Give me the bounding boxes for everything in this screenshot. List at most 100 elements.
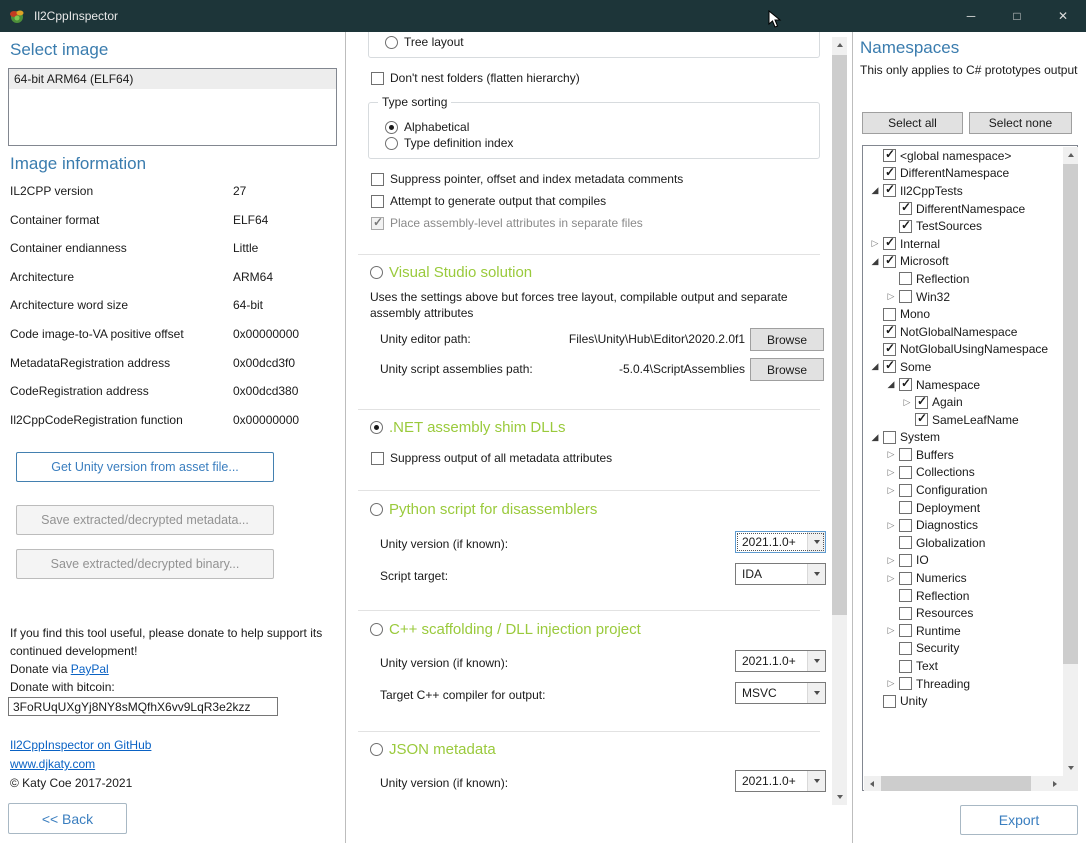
tree-item-mono[interactable]: Mono xyxy=(864,305,1063,323)
image-list-item[interactable]: 64-bit ARM64 (ELF64) xyxy=(9,69,336,89)
expand-arrow-icon[interactable] xyxy=(885,625,897,637)
namespace-checkbox[interactable] xyxy=(915,396,928,409)
dropdown-arrow-icon[interactable] xyxy=(807,651,825,671)
save-binary-button[interactable]: Save extracted/decrypted binary... xyxy=(16,549,274,579)
dropdown-arrow-icon[interactable] xyxy=(807,683,825,703)
tree-item-il2cpptests[interactable]: Il2CppTests xyxy=(864,182,1063,200)
namespace-checkbox[interactable] xyxy=(899,572,912,585)
expand-arrow-icon[interactable] xyxy=(901,396,913,408)
namespace-checkbox[interactable] xyxy=(883,255,896,268)
tree-item-sameleafname[interactable]: SameLeafName xyxy=(864,411,1063,429)
minimize-button[interactable]: ─ xyxy=(948,0,994,32)
namespace-checkbox[interactable] xyxy=(883,167,896,180)
type-def-index-radio[interactable] xyxy=(385,137,398,150)
flatten-checkbox-row[interactable]: Don't nest folders (flatten hierarchy) xyxy=(371,71,580,85)
suppress-metadata-checkbox-row[interactable]: Suppress output of all metadata attribut… xyxy=(371,451,612,465)
tree-item-diagnostics[interactable]: Diagnostics xyxy=(864,516,1063,534)
tree-item-security[interactable]: Security xyxy=(864,640,1063,658)
alphabetical-radio[interactable] xyxy=(385,121,398,134)
script-target-combobox[interactable]: IDA xyxy=(735,563,826,585)
tree-layout-radio[interactable] xyxy=(385,36,398,49)
scroll-left-arrow-icon[interactable] xyxy=(864,776,880,791)
expand-arrow-icon[interactable] xyxy=(885,291,897,303)
select-none-button[interactable]: Select none xyxy=(969,112,1072,134)
namespace-checkbox[interactable] xyxy=(899,202,912,215)
namespace-checkbox[interactable] xyxy=(899,660,912,673)
namespace-checkbox[interactable] xyxy=(899,501,912,514)
json-metadata-radio[interactable] xyxy=(370,743,383,756)
separate-attributes-checkbox-row[interactable]: Place assembly-level attributes in separ… xyxy=(371,216,643,230)
collapse-arrow-icon[interactable] xyxy=(869,361,881,373)
attempt-compile-checkbox[interactable] xyxy=(371,195,384,208)
namespace-checkbox[interactable] xyxy=(883,695,896,708)
alphabetical-radio-row[interactable]: Alphabetical xyxy=(385,120,469,134)
tree-item-win32[interactable]: Win32 xyxy=(864,288,1063,306)
tree-item-resources[interactable]: Resources xyxy=(864,604,1063,622)
tree-item-configuration[interactable]: Configuration xyxy=(864,481,1063,499)
tree-item-reflection[interactable]: Reflection xyxy=(864,587,1063,605)
tree-item-differentnamespace[interactable]: DifferentNamespace xyxy=(864,200,1063,218)
namespace-checkbox[interactable] xyxy=(899,519,912,532)
scroll-up-arrow-icon[interactable] xyxy=(1063,147,1078,163)
scroll-right-arrow-icon[interactable] xyxy=(1047,776,1063,791)
vs-solution-radio[interactable] xyxy=(370,266,383,279)
expand-arrow-icon[interactable] xyxy=(885,572,897,584)
expand-arrow-icon[interactable] xyxy=(885,466,897,478)
maximize-button[interactable]: □ xyxy=(994,0,1040,32)
namespace-checkbox[interactable] xyxy=(899,536,912,549)
tree-item-differentnamespace[interactable]: DifferentNamespace xyxy=(864,165,1063,183)
website-link[interactable]: www.djkaty.com xyxy=(10,757,95,771)
type-def-index-radio-row[interactable]: Type definition index xyxy=(385,136,513,150)
dropdown-arrow-icon[interactable] xyxy=(807,771,825,791)
shim-dlls-radio-row[interactable]: .NET assembly shim DLLs xyxy=(370,419,565,436)
browse-assemblies-path-button[interactable]: Browse xyxy=(750,358,824,381)
tree-item-numerics[interactable]: Numerics xyxy=(864,569,1063,587)
python-script-radio[interactable] xyxy=(370,503,383,516)
namespace-checkbox[interactable] xyxy=(899,624,912,637)
namespace-checkbox[interactable] xyxy=(899,220,912,233)
expand-arrow-icon[interactable] xyxy=(885,678,897,690)
suppress-metadata-checkbox[interactable] xyxy=(371,452,384,465)
namespace-checkbox[interactable] xyxy=(899,677,912,690)
namespace-checkbox[interactable] xyxy=(883,308,896,321)
close-button[interactable]: ✕ xyxy=(1040,0,1086,32)
tree-item-system[interactable]: System xyxy=(864,429,1063,447)
scroll-up-arrow-icon[interactable] xyxy=(832,37,847,53)
scrollbar-thumb[interactable] xyxy=(881,776,1031,791)
namespace-checkbox[interactable] xyxy=(915,413,928,426)
namespace-checkbox[interactable] xyxy=(883,237,896,250)
tree-item-deployment[interactable]: Deployment xyxy=(864,499,1063,517)
github-link[interactable]: Il2CppInspector on GitHub xyxy=(10,738,151,752)
namespace-checkbox[interactable] xyxy=(899,272,912,285)
cpp-unity-version-combobox[interactable]: 2021.1.0+ xyxy=(735,650,826,672)
namespace-checkbox[interactable] xyxy=(899,589,912,602)
namespace-checkbox[interactable] xyxy=(883,343,896,356)
namespace-checkbox[interactable] xyxy=(883,184,896,197)
script-assemblies-path-value[interactable]: -5.0.4\ScriptAssemblies xyxy=(500,362,745,376)
python-unity-version-combobox[interactable]: 2021.1.0+ xyxy=(735,531,826,553)
options-scrollbar[interactable] xyxy=(832,37,847,805)
tree-item-microsoft[interactable]: Microsoft xyxy=(864,253,1063,271)
cpp-compiler-combobox[interactable]: MSVC xyxy=(735,682,826,704)
namespace-checkbox[interactable] xyxy=(899,290,912,303)
separate-attributes-checkbox[interactable] xyxy=(371,217,384,230)
scroll-down-arrow-icon[interactable] xyxy=(1063,760,1078,776)
suppress-comments-checkbox[interactable] xyxy=(371,173,384,186)
expand-arrow-icon[interactable] xyxy=(885,449,897,461)
tree-item-reflection[interactable]: Reflection xyxy=(864,270,1063,288)
scrollbar-thumb[interactable] xyxy=(832,55,847,615)
namespace-checkbox[interactable] xyxy=(899,466,912,479)
collapse-arrow-icon[interactable] xyxy=(869,431,881,443)
expand-arrow-icon[interactable] xyxy=(885,484,897,496)
unity-editor-path-value[interactable]: Files\Unity\Hub\Editor\2020.2.0f1 xyxy=(500,332,745,346)
namespace-checkbox[interactable] xyxy=(899,607,912,620)
tree-item-threading[interactable]: Threading xyxy=(864,675,1063,693)
expand-arrow-icon[interactable] xyxy=(869,238,881,250)
namespace-checkbox[interactable] xyxy=(883,325,896,338)
tree-item-buffers[interactable]: Buffers xyxy=(864,446,1063,464)
export-button[interactable]: Export xyxy=(960,805,1078,835)
back-button[interactable]: << Back xyxy=(8,803,127,834)
tree-layout-radio-row[interactable]: Tree layout xyxy=(385,35,464,49)
flatten-checkbox[interactable] xyxy=(371,72,384,85)
bitcoin-address-input[interactable]: 3FoRUqUXgYj8NY8sMQfhX6vv9LqR3e2kzz xyxy=(8,697,278,716)
